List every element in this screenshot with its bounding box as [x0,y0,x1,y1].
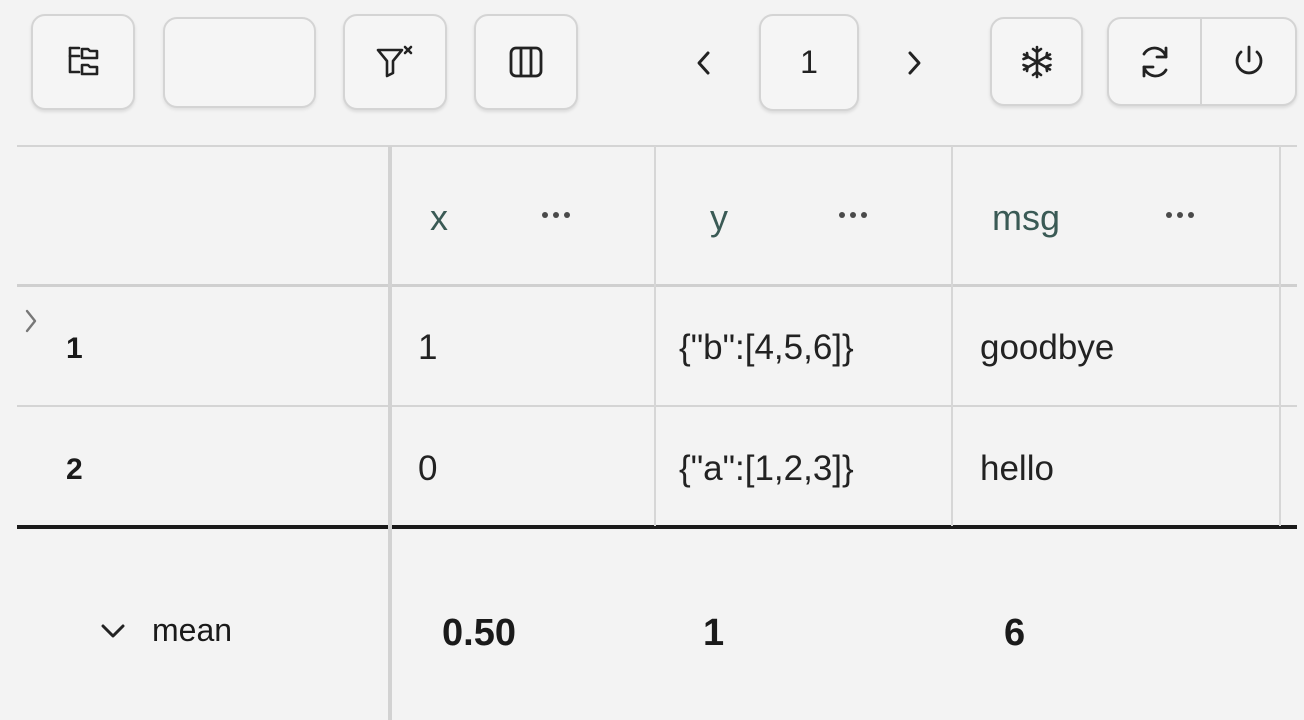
refresh-icon [1142,46,1167,77]
cell-msg[interactable]: goodbye [980,328,1114,368]
column-header-label: msg [992,197,1061,238]
column-menu-icon[interactable] [542,212,570,218]
summary-msg: 6 [1004,612,1026,654]
column-border [1279,146,1281,526]
power-icon [1235,45,1262,74]
cell-y[interactable]: {"b":[4,5,6]} [679,328,854,368]
freeze-button[interactable] [990,17,1083,106]
clear-filters-button[interactable] [343,14,447,110]
column-menu-icon[interactable] [1166,212,1194,218]
column-header-label: x [430,197,448,238]
chevron-left-icon [697,51,710,75]
next-page-button[interactable] [890,40,938,86]
group-by-button[interactable] [31,14,135,110]
summary-x: 0.50 [442,612,516,654]
cell-x[interactable]: 1 [418,328,437,368]
summary-toggle[interactable]: mean [98,612,232,649]
summary-label: mean [152,612,233,648]
columns-icon [509,46,543,78]
chevron-right-icon[interactable] [22,307,40,340]
page-number-input[interactable]: 1 [759,14,859,111]
cell-msg[interactable]: hello [980,449,1054,489]
row-index: 2 [66,453,83,486]
power-button[interactable] [1202,19,1295,104]
row-divider [17,405,1297,407]
grid-top-border [17,145,1297,147]
cell-y[interactable]: {"a":[1,2,3]} [679,449,854,489]
column-border [951,146,953,526]
columns-button[interactable] [474,14,578,110]
index-column-border [388,146,392,720]
column-border [654,146,656,526]
column-header-label: y [710,197,728,238]
row-index: 1 [66,332,83,365]
refresh-power-group [1107,17,1297,106]
prev-page-button[interactable] [680,40,728,86]
chevron-right-icon [908,51,921,75]
chevron-down-icon [101,624,125,637]
summary-divider [17,525,1297,529]
refresh-button[interactable] [1109,19,1202,104]
column-menu-icon[interactable] [839,212,867,218]
filter-clear-icon [376,45,413,78]
tree-group-icon [68,46,99,76]
cell-x[interactable]: 0 [418,449,437,489]
summary-y: 1 [703,612,725,654]
search-input[interactable] [163,17,316,108]
header-bottom-border [17,284,1297,287]
snowflake-icon [1021,45,1052,78]
